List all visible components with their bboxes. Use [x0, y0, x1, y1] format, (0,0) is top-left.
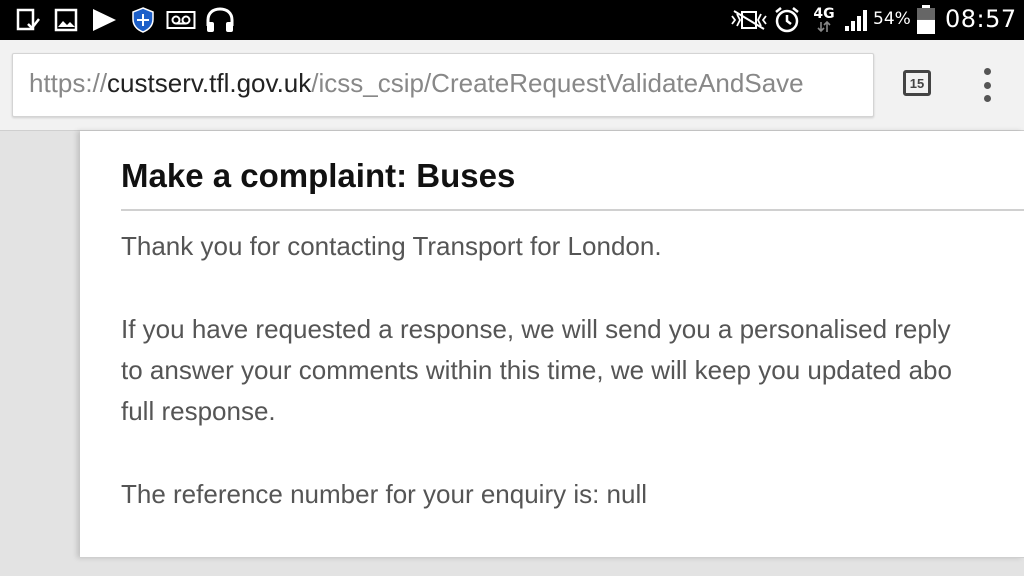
response-line-2: to answer your comments within this time… [121, 355, 952, 385]
voicemail-icon [166, 6, 196, 34]
content-card: Make a complaint: Buses Thank you for co… [80, 131, 1024, 558]
vibrate-icon [730, 6, 768, 34]
menu-dot-icon [983, 81, 991, 89]
signal-icon [842, 6, 870, 34]
response-line-3: full response. [121, 396, 276, 426]
screenshot-icon [14, 6, 42, 34]
overflow-menu-button[interactable] [978, 68, 996, 102]
battery-percent: 54% [873, 9, 911, 29]
response-line-1: If you have requested a response, we wil… [121, 314, 951, 344]
browser-toolbar: https://custserv.tfl.gov.uk/icss_csip/Cr… [0, 40, 1024, 131]
image-icon [53, 6, 79, 34]
url-scheme: https:// [29, 68, 108, 98]
network-4g-icon: 4G [810, 6, 838, 34]
tab-count: 15 [909, 75, 925, 91]
play-icon [90, 6, 118, 34]
menu-dot-icon [983, 68, 991, 75]
network-type-label: 4G [813, 6, 835, 22]
page-viewport: Make a complaint: Buses Thank you for co… [0, 131, 1024, 576]
url-path: /icss_csip/CreateRequestValidateAndSave [311, 68, 804, 98]
reference-number-text: The reference number for your enquiry is… [121, 479, 648, 509]
shield-icon [131, 6, 155, 34]
headphones-icon [205, 6, 235, 34]
page-title: Make a complaint: Buses [121, 157, 516, 194]
response-info-text: If you have requested a response, we wil… [121, 309, 952, 432]
battery-icon [915, 4, 937, 36]
clock: 08:57 [945, 5, 1017, 33]
thank-you-text: Thank you for contacting Transport for L… [121, 231, 662, 261]
tab-switcher-button[interactable]: 15 [903, 70, 931, 96]
url-host: custserv.tfl.gov.uk [107, 68, 312, 98]
address-bar[interactable]: https://custserv.tfl.gov.uk/icss_csip/Cr… [12, 53, 874, 117]
status-bar: 4G 54% 08:57 [0, 0, 1024, 40]
url-text: https://custserv.tfl.gov.uk/icss_csip/Cr… [29, 68, 804, 99]
alarm-icon [773, 6, 801, 34]
menu-dot-icon [983, 95, 991, 102]
title-divider [121, 209, 1024, 211]
